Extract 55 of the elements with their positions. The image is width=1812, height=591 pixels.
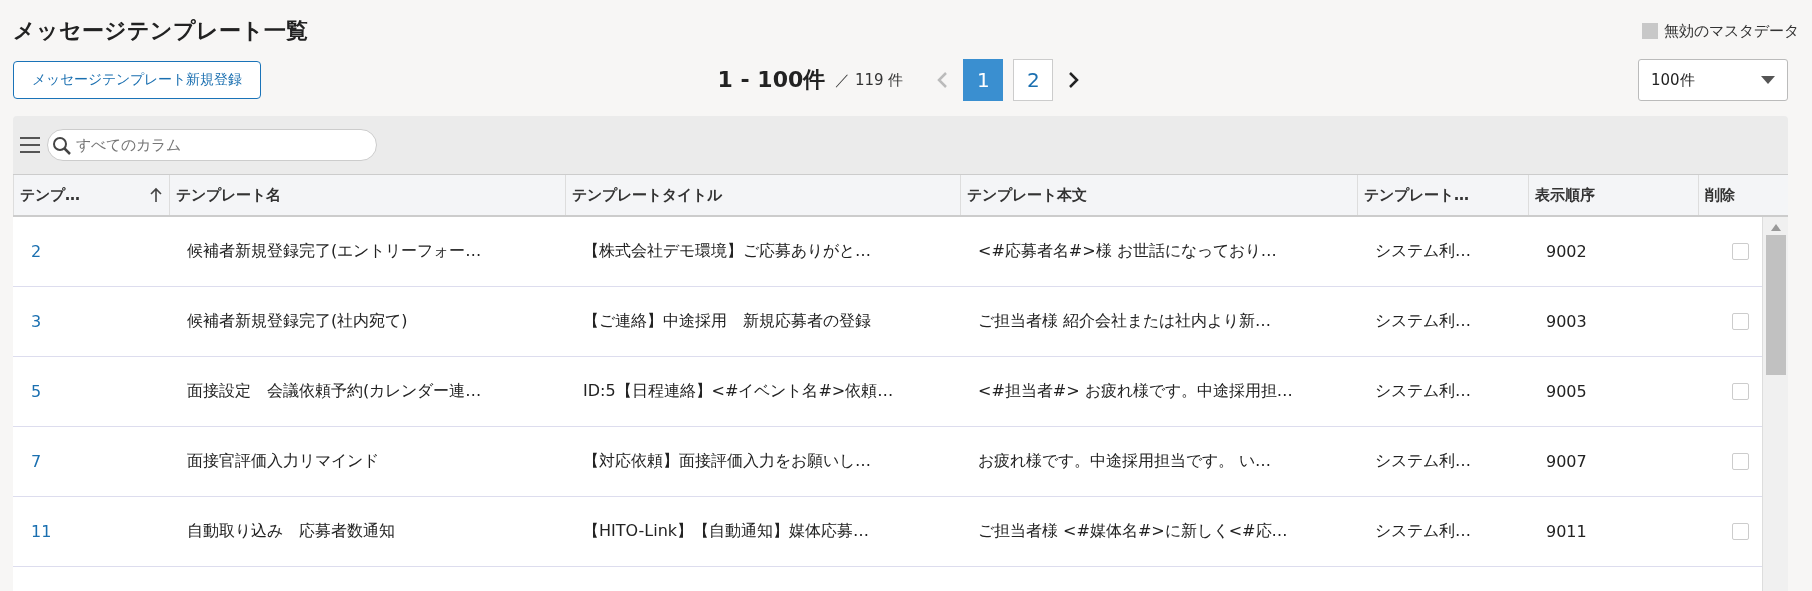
delete-checkbox[interactable] [1731,313,1749,330]
template-title-cell-text: 【対応依頼】面接評価入力をお願いし… [582,451,872,472]
column-header[interactable]: テンプレート… [1357,175,1528,215]
scrollbar-thumb[interactable] [1765,235,1786,375]
menu-icon[interactable] [19,136,41,154]
column-header[interactable]: 削除 [1698,175,1762,215]
column-header[interactable]: テンプレート本文 [960,175,1357,215]
delete-checkbox[interactable] [1731,383,1749,400]
template-name-cell-text: 自動取り込み 応募者数通知 [186,521,396,542]
page-number-button[interactable]: 2 [1013,59,1054,101]
range-label: 1 - 100件 [717,66,826,94]
legend-swatch-icon [1642,23,1658,39]
total-count: ／ 119 件 [835,70,904,90]
template-body-cell-text: お疲れ様です。中途採用担当です。 い… [977,451,1273,472]
template-type-cell-text: システム利… [1374,521,1472,542]
template-id-link[interactable]: 5 [13,382,169,401]
column-header[interactable]: 表示順序 [1528,175,1698,215]
template-body-cell-text: <#担当者#> お疲れ様です。中途採用担… [977,381,1294,402]
delete-checkbox[interactable] [1731,243,1749,260]
column-header[interactable]: テンプレート名 [169,175,565,215]
column-header[interactable]: テンプレートタイトル [565,175,960,215]
template-id-link[interactable]: 7 [13,452,169,471]
page-title: メッセージテンプレート一覧 [13,17,308,45]
template-type-cell-text: システム利… [1374,451,1472,472]
template-body-cell-text: ご担当者様 <#媒体名#>に新しく<#応… [977,521,1289,542]
template-name-cell-text: 面接官評価入力リマインド [186,451,380,472]
template-body-cell-text: ご担当者様 紹介会社または社内より新… [977,311,1273,332]
template-name-cell-text: 候補者新規登録完了(エントリーフォー… [186,241,483,262]
display-order-cell-text: 9007 [1545,452,1588,471]
template-type-cell-text: システム利… [1374,241,1472,262]
new-template-button[interactable]: メッセージテンプレート新規登録 [13,61,261,99]
scroll-up-icon[interactable] [1770,223,1781,231]
template-type-cell-text: システム利… [1374,311,1472,332]
template-body-cell-text: <#応募者名#>様 お世話になっており… [977,241,1278,262]
page-size-dropdown[interactable]: 100件 [1638,59,1788,101]
template-title-cell-text: 【株式会社デモ環境】ご応募ありがと… [582,241,872,262]
template-title-cell-text: ID:5【日程連絡】<#イベント名#>依頼… [582,381,895,402]
display-order-cell-text: 9011 [1545,522,1588,541]
display-order-cell-text: 9005 [1545,382,1588,401]
template-title-cell-text: 【ご連絡】中途採用 新規応募者の登録 [582,311,872,332]
legend-label: 無効のマスタデータ [1664,21,1799,41]
template-name-cell-text: 候補者新規登録完了(社内宛て) [186,311,409,332]
template-id-link[interactable]: 11 [13,522,169,541]
template-type-cell-text: システム利… [1374,381,1472,402]
column-header[interactable]: テンプ… [13,175,169,215]
display-order-cell-text: 9002 [1545,242,1588,261]
display-order-cell-text: 9003 [1545,312,1588,331]
template-title-cell-text: 【HITO-Link】【自動通知】媒体応募… [582,521,871,542]
template-name-cell-text: 面接設定 会議依頼予約(カレンダー連… [186,381,483,402]
template-id-link[interactable]: 3 [13,312,169,331]
template-id-link[interactable]: 2 [13,242,169,261]
delete-checkbox[interactable] [1731,523,1749,540]
search-field[interactable]: すべてのカラム [47,129,377,161]
dropdown-caret-icon [1761,76,1775,84]
delete-checkbox[interactable] [1731,453,1749,470]
